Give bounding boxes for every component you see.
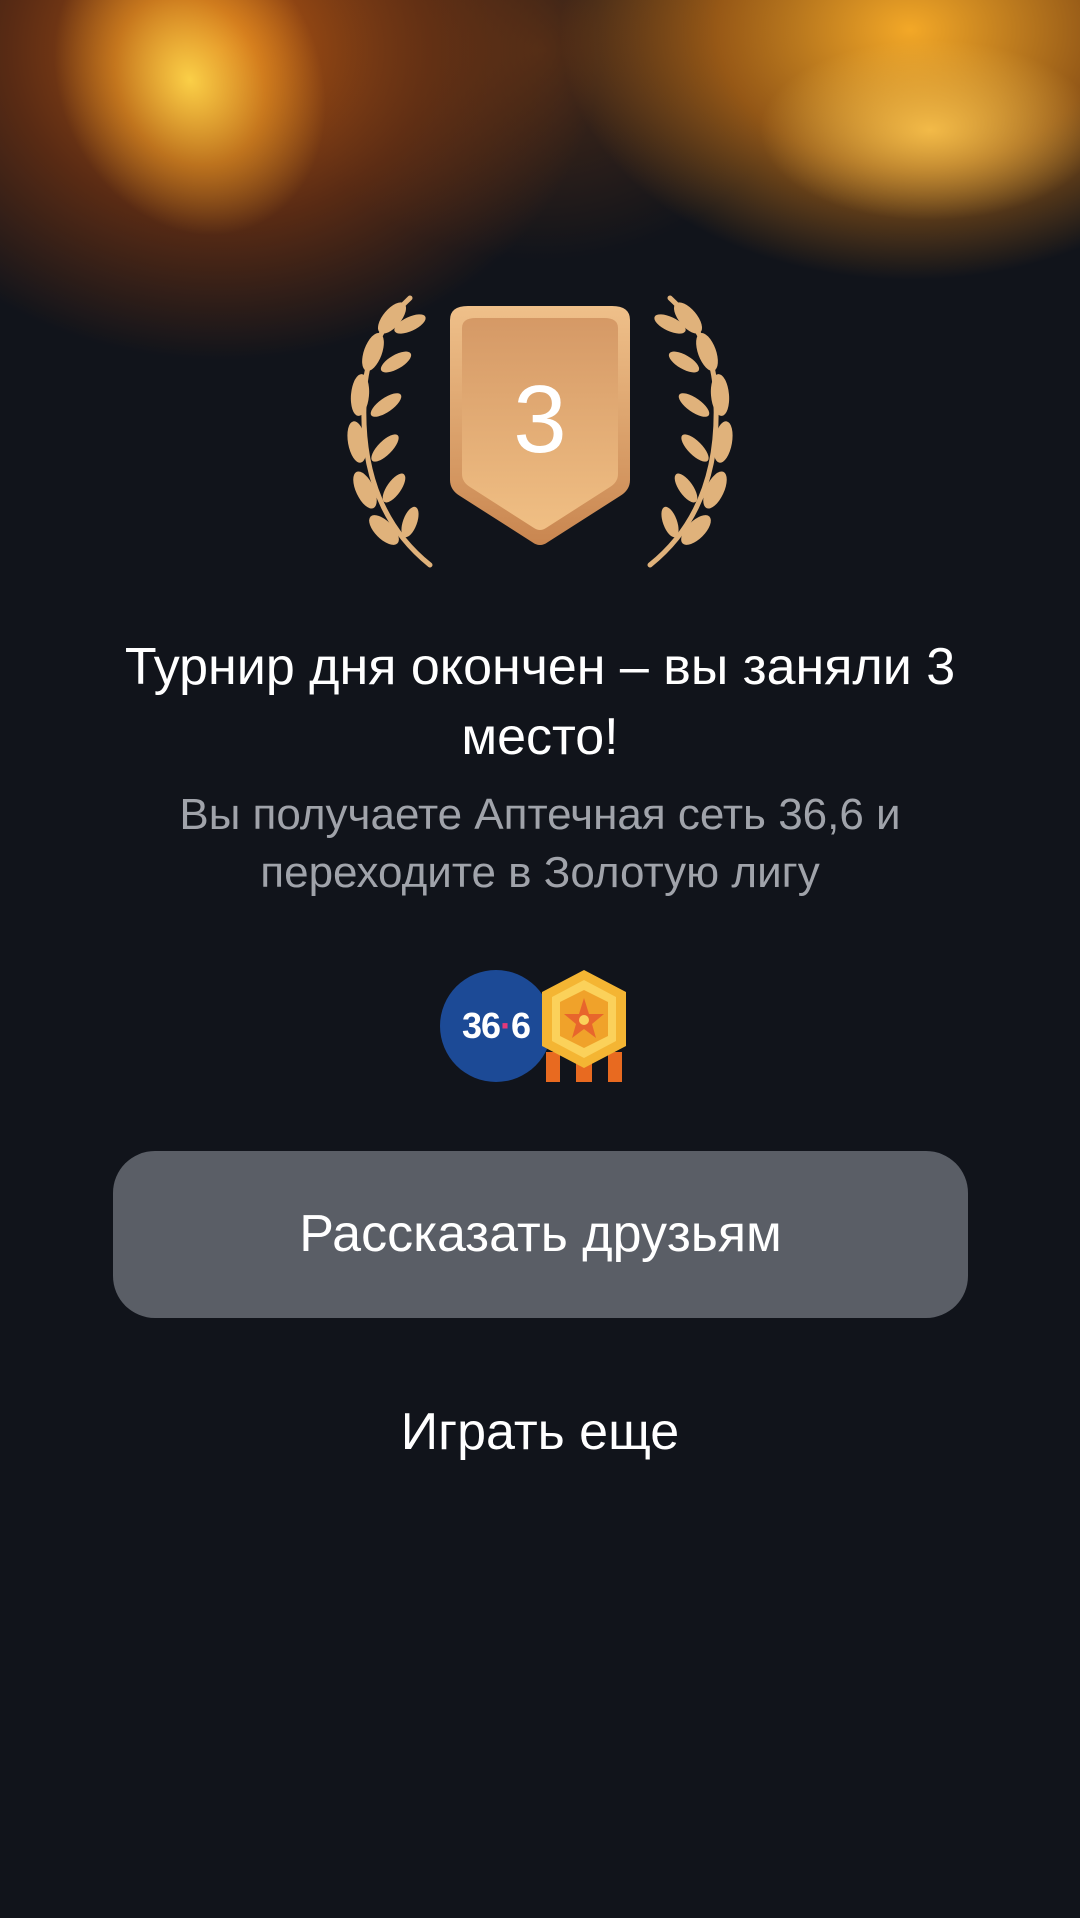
play-again-button[interactable]: Играть еще (340, 1392, 740, 1472)
background-glow (760, 40, 1080, 220)
tournament-result-screen: 3 Турнир дня окончен – вы заняли 3 место… (0, 0, 1080, 1918)
result-title: Турнир дня окончен – вы заняли 3 место! (124, 638, 956, 766)
background-glow (280, 0, 800, 260)
logo-text-a: 36 (461, 1005, 501, 1046)
result-subtitle: Вы получаете Аптечная сеть 36,6 и перехо… (179, 790, 901, 897)
place-number: 3 (513, 366, 567, 473)
logo-dot: · (500, 1005, 512, 1046)
gold-league-badge-icon (536, 968, 632, 1084)
background-glow (4, 0, 376, 280)
logo-text-b: 6 (511, 1005, 531, 1046)
share-with-friends-button[interactable]: Рассказать друзьям (113, 1151, 968, 1318)
background-glow (560, 0, 1080, 280)
laurel-left-icon (347, 295, 433, 568)
laurel-right-icon (647, 295, 733, 568)
rewards-row: 36·6 (440, 968, 640, 1084)
